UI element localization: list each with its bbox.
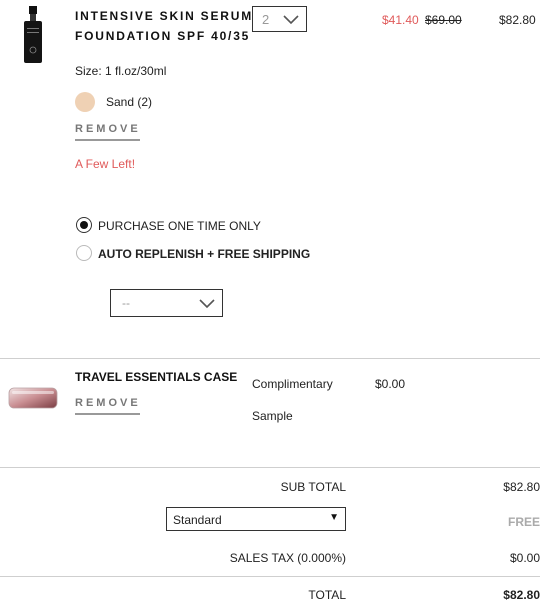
quantity-value: 2 xyxy=(262,12,270,27)
line-total: $82.80 xyxy=(499,13,536,27)
sales-tax-label: SALES TAX (0.000%) xyxy=(229,551,346,565)
sample-note: Sample xyxy=(252,409,293,423)
chevron-down-icon xyxy=(199,299,215,309)
product-image-serum-bottle[interactable] xyxy=(18,6,48,64)
auto-replenish-radio[interactable] xyxy=(76,245,92,261)
auto-replenish-label[interactable]: AUTO REPLENISH + FREE SHIPPING xyxy=(98,247,310,261)
remove-button[interactable]: REMOVE xyxy=(75,397,140,415)
shade-swatch xyxy=(75,92,95,112)
sale-price: $41.40 xyxy=(382,13,419,27)
purchase-once-radio[interactable] xyxy=(76,217,92,233)
product-title[interactable]: TRAVEL ESSENTIALS CASE xyxy=(75,370,237,384)
remove-button[interactable]: REMOVE xyxy=(75,123,140,141)
dropdown-arrow-icon: ▼ xyxy=(329,512,339,523)
stock-message: A Few Left! xyxy=(75,157,136,171)
divider xyxy=(0,576,540,577)
divider xyxy=(0,467,540,468)
replenish-frequency-select[interactable]: -- xyxy=(110,289,223,317)
product-image-travel-case[interactable] xyxy=(8,385,58,411)
product-title[interactable]: INTENSIVE SKIN SERUM FOUNDATION SPF 40/3… xyxy=(75,6,255,46)
chevron-down-icon xyxy=(283,15,299,25)
product-size: Size: 1 fl.oz/30ml xyxy=(75,64,167,78)
shipping-method-value: Standard xyxy=(173,513,222,527)
sales-tax-value: $0.00 xyxy=(509,551,540,565)
complimentary-note: Complimentary xyxy=(252,377,333,391)
subtotal-label: SUB TOTAL xyxy=(280,480,346,494)
item-price: $0.00 xyxy=(375,377,406,391)
replenish-frequency-value: -- xyxy=(122,296,130,310)
original-price: $69.00 xyxy=(425,13,462,27)
purchase-once-label[interactable]: PURCHASE ONE TIME ONLY xyxy=(98,219,261,233)
radio-selected-dot xyxy=(80,221,88,229)
shipping-cost: FREE xyxy=(507,515,540,529)
quantity-select[interactable]: 2 xyxy=(252,6,307,32)
total-value: $82.80 xyxy=(503,588,540,602)
shade-label: Sand (2) xyxy=(106,95,153,109)
divider xyxy=(0,358,540,359)
subtotal-value: $82.80 xyxy=(503,480,540,494)
shipping-method-select[interactable]: Standard ▼ xyxy=(166,507,346,531)
total-label: TOTAL xyxy=(308,588,346,602)
